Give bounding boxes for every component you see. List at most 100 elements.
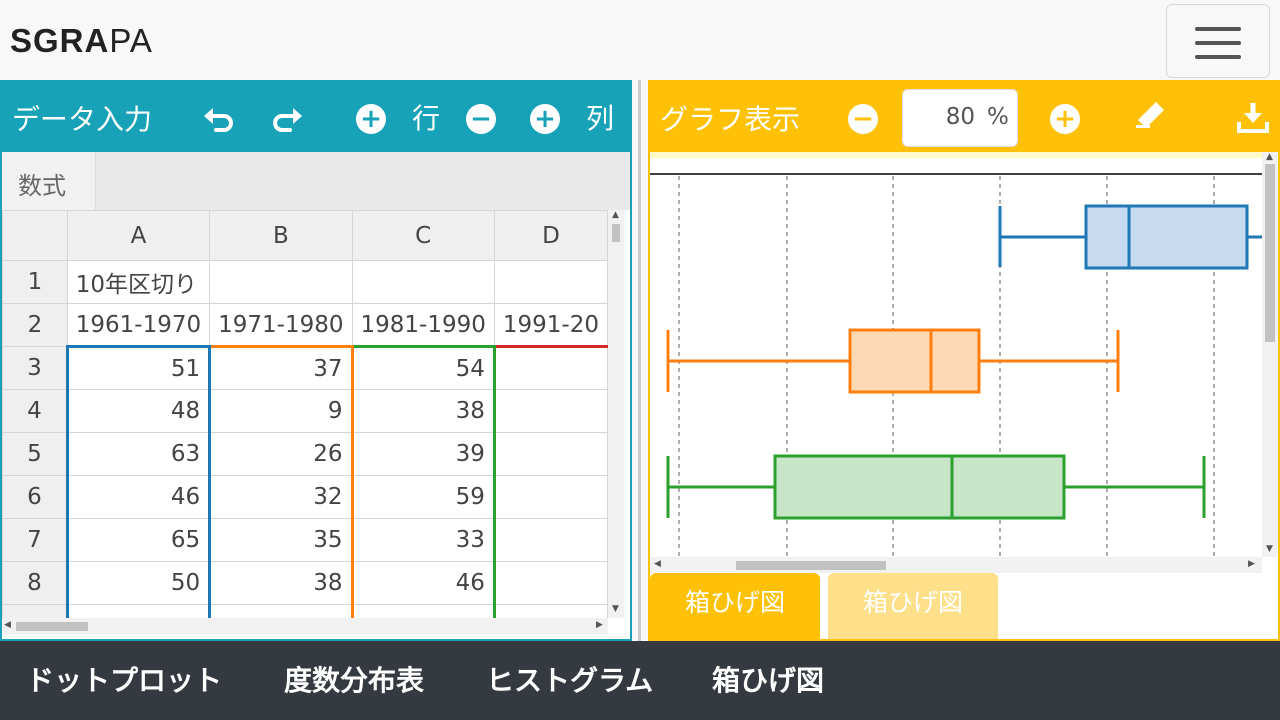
scrollbar-thumb[interactable] [612,224,620,242]
scroll-down-arrow-icon[interactable]: ▼ [1266,544,1273,554]
cell[interactable]: 38 [208,561,354,605]
scroll-left-arrow-icon[interactable]: ◀ [4,620,11,630]
cell[interactable] [208,604,354,618]
column-label: 列 [586,102,615,135]
cell[interactable]: 50 [65,561,212,605]
cell[interactable]: 10年区切り [66,260,211,304]
cell[interactable]: 32 [208,475,354,519]
minus-circle-icon: − [848,104,878,134]
chart-horizontal-scrollbar[interactable]: ◀ ▶ [650,557,1262,573]
cell[interactable]: 38 [350,389,496,433]
scroll-up-arrow-icon[interactable]: ▲ [612,210,619,220]
menu-bar-icon [1195,27,1241,31]
cell[interactable]: 35 [208,518,354,562]
redo-icon [273,108,302,132]
tab-boxplot-inactive[interactable]: 箱ひげ図 [828,573,998,639]
row-header[interactable]: 1 [2,260,68,304]
cell[interactable]: 37 [208,345,354,390]
cell[interactable] [350,604,496,618]
row-header[interactable]: 6 [2,475,68,519]
chart-vertical-scrollbar[interactable]: ▲ ▼ [1262,152,1278,557]
tab-boxplot-active[interactable]: 箱ひげ図 [650,573,820,639]
cell[interactable] [351,260,495,304]
cell[interactable]: 63 [65,432,212,476]
row-header[interactable]: 3 [2,346,68,390]
scroll-up-arrow-icon[interactable]: ▲ [1266,152,1273,162]
cell[interactable]: 39 [350,432,496,476]
nav-dot-plot[interactable]: ドットプロット [26,659,222,699]
column-header-b[interactable]: B [209,210,353,261]
plus-circle-icon: + [1050,104,1080,134]
cell[interactable]: 54 [350,345,496,390]
cell[interactable]: 1981-1990 [351,303,495,347]
cell[interactable] [492,389,608,433]
scroll-left-arrow-icon[interactable]: ◀ [654,559,661,569]
cell[interactable]: 65 [65,518,212,562]
table-row: 5 63 26 39 [2,432,608,476]
cell[interactable]: 59 [350,475,496,519]
formula-label: 数式 [2,152,96,210]
scroll-down-arrow-icon[interactable]: ▼ [612,604,619,614]
scrollbar-thumb[interactable] [1265,164,1275,342]
graph-display-title: グラフ表示 [660,103,801,136]
cell[interactable]: 1991-20 [493,303,608,347]
grid-vertical-scrollbar[interactable]: ▲ ▼ [608,210,624,618]
panel-splitter[interactable] [638,80,641,641]
zoom-input[interactable]: 80 % [902,89,1018,147]
row-header[interactable]: 5 [2,432,68,476]
cell[interactable] [492,518,608,562]
zoom-in-button[interactable]: + [1050,104,1080,134]
remove-row-button[interactable]: − [466,104,496,134]
row-header[interactable]: 4 [2,389,68,433]
nav-box-plot[interactable]: 箱ひげ図 [712,659,824,699]
cell[interactable] [209,260,353,304]
table-row: 6 46 32 59 [2,475,608,519]
row-header[interactable]: 8 [2,561,68,605]
cell[interactable]: 46 [350,561,496,605]
scroll-right-arrow-icon[interactable]: ▶ [1248,559,1255,569]
table-row: 7 65 35 33 [2,518,608,562]
row-header[interactable] [2,604,68,618]
cell[interactable] [493,260,608,304]
nav-histogram[interactable]: ヒストグラム [486,659,653,699]
cell[interactable] [492,561,608,605]
cell[interactable]: 46 [65,475,212,519]
hamburger-menu-button[interactable] [1166,4,1270,78]
nav-frequency-table[interactable]: 度数分布表 [284,659,424,699]
cell[interactable] [492,604,608,618]
cell[interactable]: 1961-1970 [66,303,211,347]
cell[interactable] [492,475,608,519]
scroll-right-arrow-icon[interactable]: ▶ [596,620,603,630]
column-header-c[interactable]: C [351,210,495,261]
cell[interactable]: 26 [208,432,354,476]
corner-cell[interactable] [2,210,68,261]
bottom-navigation: ドットプロット 度数分布表 ヒストグラム 箱ひげ図 [0,641,1280,720]
cell[interactable]: 9 [208,389,354,433]
cell[interactable]: 33 [350,518,496,562]
cell[interactable]: 1971-1980 [209,303,353,347]
zoom-unit: % [987,104,1009,130]
column-header-d[interactable]: D [493,210,608,261]
cell[interactable] [65,604,212,618]
row-header[interactable]: 7 [2,518,68,562]
cell[interactable] [492,432,608,476]
redo-button[interactable] [270,104,304,136]
scrollbar-thumb[interactable] [736,561,886,570]
column-header-a[interactable]: A [66,210,211,261]
sgrapa-logo[interactable]: SGRAPA [10,22,153,60]
row-header[interactable]: 2 [2,303,68,347]
edit-button[interactable] [1132,100,1170,136]
undo-button[interactable] [202,104,236,136]
cell[interactable]: 48 [65,389,212,433]
table-row: 8 50 38 46 [2,561,608,605]
cell[interactable] [492,345,608,390]
cell[interactable]: 51 [65,345,212,390]
add-row-button[interactable]: + [356,104,386,134]
add-column-button[interactable]: + [530,104,560,134]
grid-horizontal-scrollbar[interactable]: ◀ ▶ [2,618,608,634]
download-icon [1237,103,1269,133]
spreadsheet-grid: A B C D 1 10年区切り 2 1961-1970 1971-1980 1… [2,210,608,618]
zoom-out-button[interactable]: − [848,104,878,134]
scrollbar-thumb[interactable] [16,622,88,631]
download-button[interactable] [1236,100,1270,138]
